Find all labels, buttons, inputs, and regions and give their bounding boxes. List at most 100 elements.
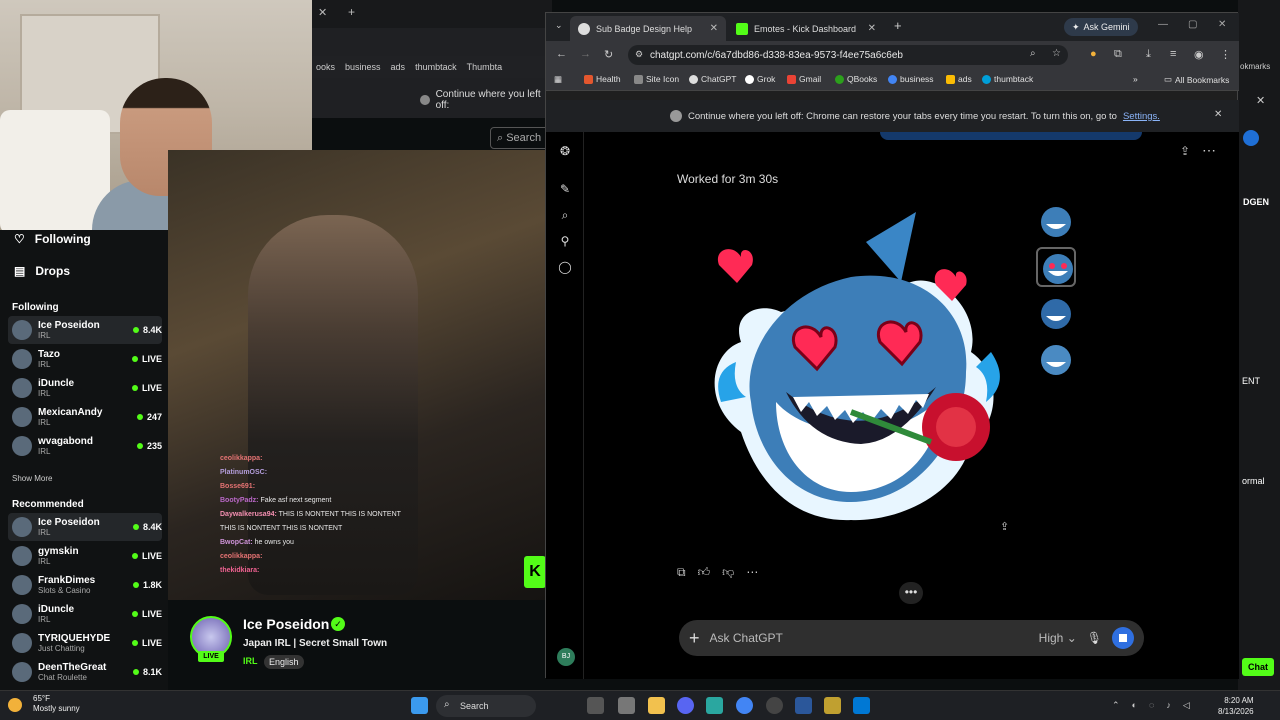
chat-bubble-icon[interactable]: ◯ — [558, 260, 572, 274]
bg-bookmark[interactable]: business — [345, 62, 381, 72]
zoom-icon[interactable]: ⌕ — [1030, 48, 1036, 59]
file-explorer-icon[interactable] — [648, 697, 665, 714]
more-actions-icon[interactable]: ⋯ — [746, 565, 758, 580]
app-icon[interactable] — [795, 697, 812, 714]
image-thumbnail-4[interactable] — [1036, 340, 1076, 380]
microphone-icon[interactable]: 🎙︎ — [1087, 631, 1102, 645]
task-view-icon[interactable] — [587, 697, 604, 714]
windows-start-icon[interactable] — [411, 697, 428, 714]
all-bookmarks[interactable]: ▭ All Bookmarks — [1164, 74, 1229, 85]
bookmark-grok[interactable]: Grok — [745, 74, 775, 84]
profile-avatar-icon[interactable]: ◉ — [1194, 48, 1204, 61]
chat-username[interactable]: thekidkiara: — [220, 567, 259, 574]
search-icon[interactable]: ⌕ — [558, 208, 572, 222]
bookmark-chatgpt[interactable]: ChatGPT — [689, 74, 736, 84]
chevron-up-icon[interactable]: ⌃ — [1112, 700, 1120, 711]
tab-groups-icon[interactable]: ≡ — [1170, 48, 1176, 60]
bookmark-health[interactable]: Health — [584, 74, 621, 84]
channel-item[interactable]: gymskin IRL LIVE — [8, 542, 162, 570]
copy-icon[interactable]: ⧉ — [677, 565, 686, 580]
worked-for-label[interactable]: Worked for 3m 30s — [677, 172, 778, 186]
app-icon[interactable] — [824, 697, 841, 714]
image-thumbnail-1[interactable] — [1036, 202, 1076, 242]
chrome-taskbar-icon[interactable] — [736, 697, 753, 714]
channel-item[interactable]: iDuncle IRL LIVE — [8, 600, 162, 628]
discord-icon[interactable] — [677, 697, 694, 714]
streamer-name[interactable]: Ice Poseidon — [243, 616, 329, 632]
bookmark-site-icon[interactable]: Site Icon — [634, 74, 679, 84]
close-icon[interactable]: ✕ — [710, 23, 718, 34]
menu-icon[interactable]: ⋮ — [1220, 48, 1231, 61]
bg-bookmark[interactable]: ooks — [316, 62, 335, 72]
channel-item[interactable]: FrankDimes Slots & Casino 1.8K — [8, 571, 162, 599]
bookmark-business[interactable]: business — [888, 74, 934, 84]
chat-button[interactable]: Chat — [1242, 658, 1274, 676]
prompt-input[interactable]: Ask ChatGPT — [710, 631, 1029, 645]
bookmark-star-icon[interactable]: ☆ — [1052, 48, 1061, 59]
obs-icon[interactable] — [766, 697, 783, 714]
new-chat-icon[interactable]: ✎ — [558, 182, 572, 196]
channel-item[interactable]: Ice Poseidon IRL 8.4K — [8, 316, 162, 344]
bookmark-ads[interactable]: ads — [946, 74, 972, 84]
bookmark-thumbtack[interactable]: thumbtack — [982, 74, 1033, 84]
tab-sub-badge[interactable]: Sub Badge Design Help ✕ — [570, 16, 726, 41]
url-input[interactable]: ⚙ chatgpt.com/c/6a7dbd86-d338-83ea-9573-… — [628, 45, 1068, 65]
back-icon[interactable]: ← — [556, 48, 567, 60]
share-image-icon[interactable]: ⇪ — [1000, 520, 1009, 533]
effort-selector[interactable]: High ⌄ — [1039, 631, 1077, 645]
bookmark-gmail[interactable]: Gmail — [787, 74, 821, 84]
close-icon[interactable]: ✕ — [1214, 109, 1222, 120]
extensions-puzzle-icon[interactable]: ⧉ — [1114, 48, 1122, 61]
thumbs-down-icon[interactable]: 👎︎ — [722, 565, 734, 580]
tray-app-icon[interactable]: ◌ — [1149, 700, 1154, 711]
more-options-icon[interactable]: ⋯ — [1202, 142, 1216, 159]
chat-username[interactable]: Bosse691: — [220, 483, 255, 490]
forward-icon[interactable]: → — [580, 48, 591, 60]
image-thumbnail-2[interactable] — [1036, 247, 1076, 287]
taskbar-search[interactable]: ⌕ Search — [436, 695, 536, 717]
new-tab-button[interactable]: + — [894, 18, 902, 33]
chat-username[interactable]: BootyPadz: — [220, 497, 259, 504]
add-attachment-icon[interactable]: + — [689, 628, 700, 649]
pin-icon[interactable]: ⚲ — [558, 234, 572, 248]
channel-item[interactable]: DeenTheGreat Chat Roulette 8.1K — [8, 658, 162, 686]
chat-username[interactable]: Daywalkerusa94: — [220, 511, 277, 518]
bg-bookmark[interactable]: thumbtack — [415, 62, 457, 72]
stream-language-tag[interactable]: English — [264, 655, 304, 669]
thumbs-up-icon[interactable]: 👍︎ — [698, 565, 711, 580]
tab-search-icon[interactable]: ⌄ — [555, 20, 563, 31]
channel-item[interactable]: TYRIQUEHYDE Just Chatting LIVE — [8, 629, 162, 657]
apps-icon[interactable]: ▦ — [554, 74, 562, 85]
site-info-icon[interactable]: ⚙ — [635, 49, 643, 60]
stop-button[interactable] — [1112, 627, 1134, 649]
kick-search-input[interactable]: ⌕ Search — [490, 127, 550, 149]
channel-item[interactable]: Tazo IRL LIVE — [8, 345, 162, 373]
app-icon[interactable] — [706, 697, 723, 714]
microphone-icon[interactable]: ♪ — [1166, 700, 1171, 711]
new-tab-icon[interactable]: + — [348, 5, 355, 19]
minimize-icon[interactable]: — — [1158, 19, 1168, 30]
settings-link[interactable]: Settings. — [1123, 111, 1160, 122]
user-avatar[interactable]: BJ — [557, 648, 575, 666]
bg-bookmark[interactable]: ads — [391, 62, 406, 72]
close-icon[interactable]: ✕ — [868, 23, 876, 34]
share-icon[interactable]: ⇪ — [1180, 144, 1190, 158]
app-icon[interactable] — [853, 697, 870, 714]
generated-shark-image[interactable] — [701, 202, 1011, 522]
close-window-icon[interactable]: ✕ — [1218, 19, 1226, 30]
channel-item[interactable]: MexicanAndy IRL 247 — [8, 403, 162, 431]
nav-drops[interactable]: ▤ Drops — [14, 264, 70, 278]
image-thumbnail-3[interactable] — [1036, 294, 1076, 334]
weather-widget[interactable]: 65°F Mostly sunny — [33, 694, 80, 714]
bg-bookmark[interactable]: Thumbta — [467, 62, 503, 72]
channel-item[interactable]: iDuncle IRL LIVE — [8, 374, 162, 402]
download-icon[interactable]: ⤓ — [1146, 48, 1151, 61]
stream-category[interactable]: IRL — [243, 656, 258, 666]
chat-username[interactable]: BwopCat: — [220, 539, 253, 546]
openai-logo-icon[interactable]: ❂ — [558, 144, 572, 158]
clock[interactable]: 8:20 AM 8/13/2026 — [1218, 695, 1254, 717]
chat-username[interactable]: ceolikkappa: — [220, 455, 262, 462]
profile-icon[interactable] — [1243, 130, 1259, 146]
show-more-link[interactable]: Show More — [12, 474, 52, 483]
volume-icon[interactable]: ◁ — [1183, 700, 1190, 711]
